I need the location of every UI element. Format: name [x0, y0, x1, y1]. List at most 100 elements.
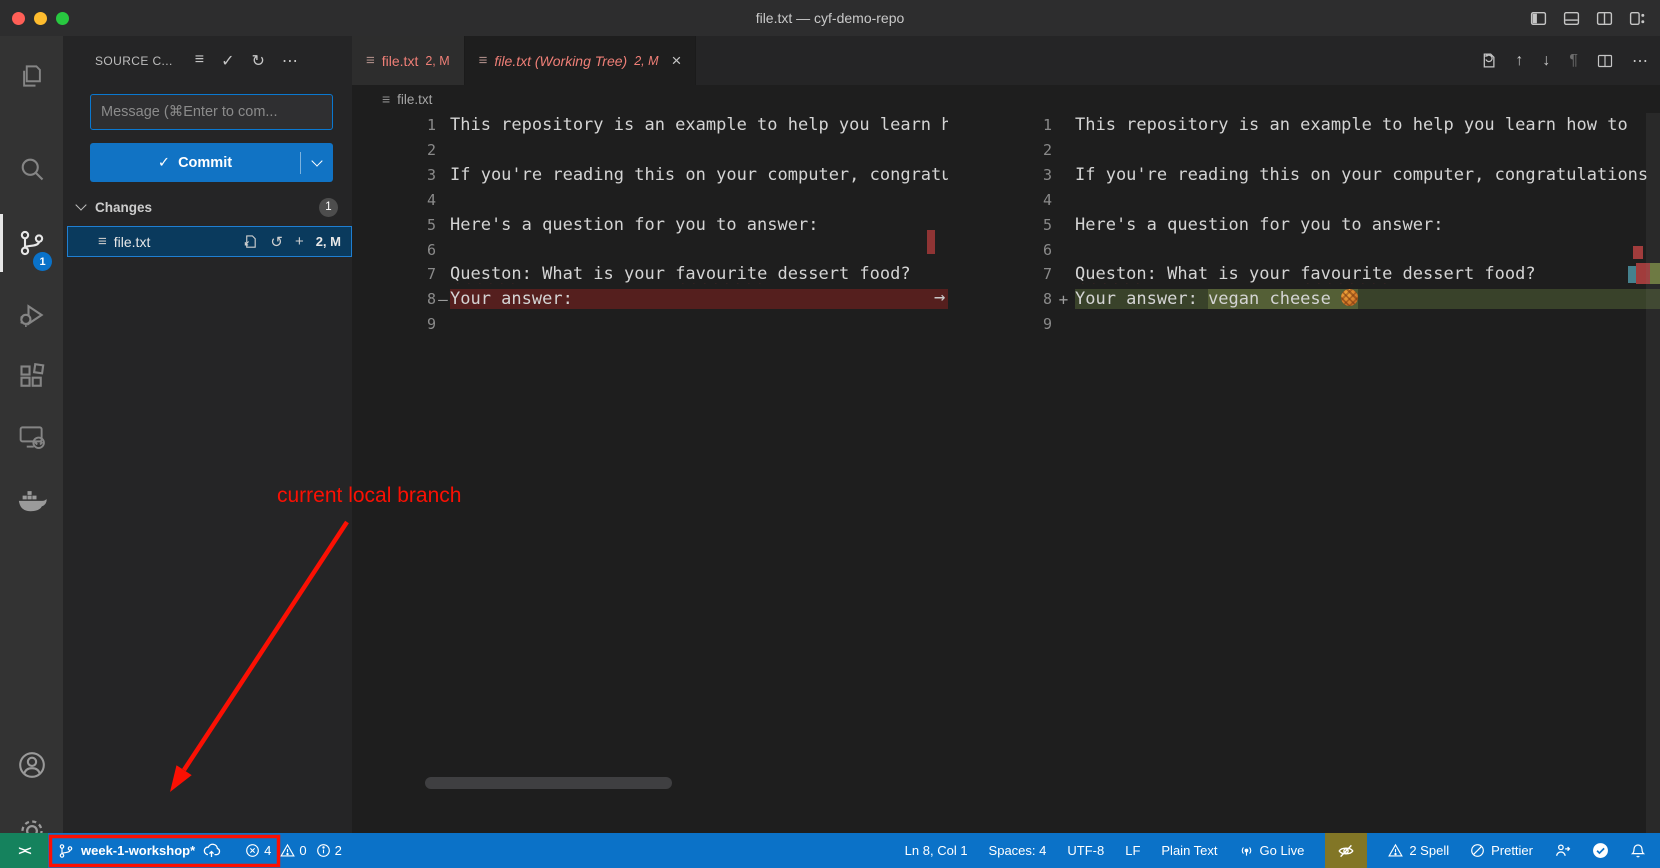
- extensions-icon: [18, 363, 46, 391]
- code-row[interactable]: 2: [960, 138, 1660, 163]
- render-whitespace-icon[interactable]: ¶: [1569, 52, 1578, 70]
- sidebar-item-run-debug[interactable]: [0, 286, 63, 344]
- horizontal-scrollbar[interactable]: [425, 777, 672, 789]
- cursor-position-status[interactable]: Ln 8, Col 1: [905, 833, 968, 868]
- customize-layout-icon[interactable]: [1629, 10, 1646, 27]
- remote-icon: ><: [18, 843, 29, 858]
- sidebar-item-docker[interactable]: [0, 470, 63, 528]
- line-number: 3: [960, 166, 1052, 184]
- split-editor-icon[interactable]: [1597, 53, 1613, 69]
- code-row[interactable]: 6: [352, 237, 948, 262]
- view-options-icon[interactable]: ≡: [195, 51, 204, 71]
- minimize-window-button[interactable]: [34, 12, 47, 25]
- branch-status[interactable]: week-1-workshop*: [58, 833, 221, 868]
- tab-problem-badge: 2, M: [634, 54, 658, 68]
- source-control-badge: 1: [33, 252, 52, 271]
- go-live-status[interactable]: Go Live: [1239, 833, 1305, 868]
- code-text: If you're reading this on your computer,…: [1075, 165, 1660, 185]
- eol-status[interactable]: LF: [1125, 833, 1140, 868]
- code-text: Your answer:: [450, 289, 948, 309]
- line-number: 1: [960, 116, 1052, 134]
- spelling-squiggle: favourite: [675, 264, 767, 284]
- diff-navigate-arrow-icon[interactable]: →: [934, 286, 945, 308]
- open-file-icon[interactable]: [243, 234, 258, 249]
- sidebar-item-source-control[interactable]: 1: [0, 214, 63, 272]
- tab-file-txt-working-tree[interactable]: ≡ file.txt (Working Tree) 2, M ×: [465, 36, 697, 85]
- split-editor-right-icon[interactable]: [1596, 10, 1613, 27]
- slash-circle-icon: [1470, 843, 1485, 858]
- prettier-label: Prettier: [1491, 843, 1533, 858]
- code-row[interactable]: 5Here's a question for you to answer:: [352, 212, 948, 237]
- highlight-disabled-status[interactable]: [1325, 833, 1367, 868]
- branch-name: week-1-workshop*: [81, 843, 195, 858]
- commit-action-icon[interactable]: ✓: [221, 51, 234, 71]
- prettier-status[interactable]: Prettier: [1470, 833, 1533, 868]
- code-row[interactable]: 8+Your answer: vegan cheese: [960, 287, 1660, 312]
- line-number: 5: [352, 216, 436, 234]
- sidebar-item-extensions[interactable]: [0, 348, 63, 406]
- check-icon: ✓: [158, 155, 170, 171]
- toggle-panel-icon[interactable]: [1563, 10, 1580, 27]
- more-actions-icon[interactable]: ⋯: [282, 51, 298, 71]
- account-icon: [17, 750, 47, 780]
- problems-status[interactable]: 4 0 2: [245, 833, 342, 868]
- person-feedback-icon: [1554, 842, 1571, 859]
- close-tab-icon[interactable]: ×: [672, 51, 682, 71]
- warnings-icon: [280, 843, 295, 858]
- spelling-squiggle: Queston: [1075, 264, 1147, 284]
- code-row[interactable]: 8–Your answer:: [352, 287, 948, 312]
- code-row[interactable]: 3 If you're reading this on your computer…: [960, 163, 1660, 188]
- discard-changes-icon[interactable]: ↺: [270, 233, 283, 251]
- code-row[interactable]: 7Queston: What is your favourite dessert…: [960, 262, 1660, 287]
- tab-file-txt[interactable]: ≡ file.txt 2, M: [352, 36, 465, 85]
- toggle-sidebar-icon[interactable]: [1530, 10, 1547, 27]
- line-number: 8: [960, 290, 1052, 308]
- tab-label: file.txt (Working Tree): [494, 53, 627, 69]
- code-row[interactable]: 1This repository is an example to help y…: [352, 113, 948, 138]
- overview-ruler-mark: [1628, 266, 1636, 283]
- sidebar-item-search[interactable]: [0, 140, 63, 198]
- previous-change-icon[interactable]: ↑: [1515, 52, 1523, 70]
- info-count: 2: [335, 843, 342, 858]
- diff-sign: –: [436, 290, 450, 309]
- code-row[interactable]: 4: [960, 188, 1660, 213]
- code-row[interactable]: 2: [352, 138, 948, 163]
- sidebar-item-remote-explorer[interactable]: [0, 408, 63, 466]
- debug-icon: [18, 301, 46, 329]
- code-row[interactable]: 7Queston: What is your favourite dessert…: [352, 262, 948, 287]
- feedback-status[interactable]: [1554, 833, 1571, 868]
- refresh-icon[interactable]: ↻: [252, 51, 265, 71]
- close-window-button[interactable]: [12, 12, 25, 25]
- open-changes-icon[interactable]: [1479, 52, 1496, 69]
- commit-button[interactable]: ✓ Commit: [90, 143, 333, 182]
- next-change-icon[interactable]: ↓: [1542, 52, 1550, 70]
- more-actions-icon[interactable]: ⋯: [1632, 51, 1648, 71]
- code-row[interactable]: 6: [960, 237, 1660, 262]
- sidebar-item-account[interactable]: [0, 736, 63, 794]
- indentation-status[interactable]: Spaces: 4: [989, 833, 1047, 868]
- sidebar-item-explorer[interactable]: [0, 47, 63, 105]
- changes-section-header[interactable]: Changes 1: [63, 192, 352, 222]
- code-row[interactable]: 3If you're reading this on your computer…: [352, 163, 948, 188]
- maximize-window-button[interactable]: [56, 12, 69, 25]
- language-mode-status[interactable]: Plain Text: [1161, 833, 1217, 868]
- code-row[interactable]: 9: [960, 312, 1660, 337]
- changed-file-row[interactable]: ≡ file.txt ↺ + 2, M: [67, 226, 352, 257]
- spell-checker-status[interactable]: 2 Spell: [1388, 833, 1449, 868]
- code-row[interactable]: 1This repository is an example to help y…: [960, 113, 1660, 138]
- line-number: 7: [352, 265, 436, 283]
- stage-changes-icon[interactable]: +: [295, 233, 304, 250]
- code-row[interactable]: 4: [352, 188, 948, 213]
- notifications-status[interactable]: [1630, 833, 1646, 868]
- extension-check-status[interactable]: [1592, 833, 1609, 868]
- encoding-status[interactable]: UTF-8: [1067, 833, 1104, 868]
- breadcrumb[interactable]: ≡ file.txt: [352, 85, 1660, 113]
- vertical-scrollbar[interactable]: [1646, 113, 1660, 833]
- code-row[interactable]: 9: [352, 312, 948, 337]
- code-row[interactable]: 5Here's a question for you to answer:: [960, 212, 1660, 237]
- commit-message-input[interactable]: Message (⌘Enter to com...: [90, 94, 333, 130]
- commit-dropdown-button[interactable]: [301, 161, 333, 165]
- remote-indicator[interactable]: ><: [0, 833, 48, 868]
- files-icon: [18, 62, 46, 90]
- errors-icon: [245, 843, 260, 858]
